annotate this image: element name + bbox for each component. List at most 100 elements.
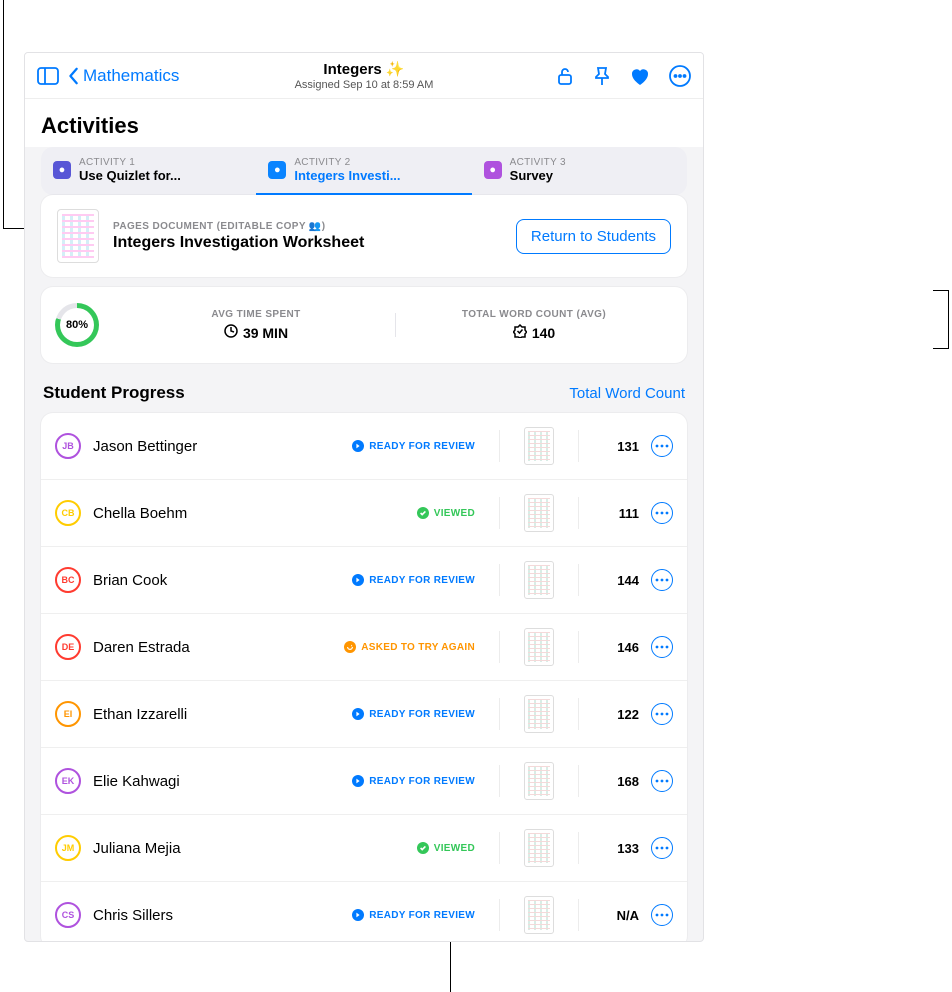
divider [499,631,500,663]
chevron-left-icon [67,67,81,85]
submission-thumbnail[interactable] [524,427,554,465]
page-subtitle: Assigned Sep 10 at 8:59 AM [295,79,434,91]
status-text: READY FOR REVIEW [369,709,475,720]
avg-time-value: 39 MIN [243,325,288,341]
student-avatar: EK [55,768,81,794]
student-row[interactable]: BC Brian Cook READY FOR REVIEW 144 [41,547,687,614]
more-icon[interactable] [669,65,691,87]
submission-thumbnail[interactable] [524,695,554,733]
pin-icon[interactable] [593,66,611,86]
divider [578,899,579,931]
word-count-value: 140 [532,325,555,341]
lock-open-icon[interactable] [555,66,575,86]
status-icon [417,507,429,519]
status-badge: READY FOR REVIEW [352,440,475,452]
callout-line [933,348,949,349]
status-badge: VIEWED [417,507,475,519]
word-count: 131 [603,439,639,454]
submission-thumbnail[interactable] [524,896,554,934]
progress-ring: 80% [55,303,99,347]
divider [499,832,500,864]
badge-icon [513,324,527,341]
back-button[interactable]: Mathematics [67,66,179,86]
activity-tab-2[interactable]: ●ACTIVITY 2Integers Investi... [256,147,471,195]
status-icon [352,775,364,787]
status-text: ASKED TO TRY AGAIN [361,642,475,653]
activity-tab-3[interactable]: ●ACTIVITY 3Survey [472,147,687,195]
activity-tab-1[interactable]: ●ACTIVITY 1Use Quizlet for... [41,147,256,195]
submission-thumbnail[interactable] [524,628,554,666]
total-word-count-link[interactable]: Total Word Count [569,385,685,402]
callout-line [3,228,25,229]
student-row[interactable]: JB Jason Bettinger READY FOR REVIEW 131 [41,413,687,480]
return-to-students-button[interactable]: Return to Students [516,219,671,254]
row-more-button[interactable] [651,435,673,457]
student-row[interactable]: EKElie KahwagiREADY FOR REVIEW168 [41,748,687,815]
heart-icon[interactable] [629,66,651,86]
student-name: Chella Boehm [93,505,405,522]
row-more-button[interactable] [651,904,673,926]
student-avatar: CB [55,500,81,526]
divider [499,698,500,730]
status-icon [352,440,364,452]
activity-name: Use Quizlet for... [79,168,181,183]
top-actions [555,65,691,87]
divider [578,832,579,864]
submission-thumbnail[interactable] [524,494,554,532]
row-more-button[interactable] [651,636,673,658]
student-progress-header: Student Progress Total Word Count [25,363,703,413]
row-more-button[interactable] [651,770,673,792]
word-count: 146 [603,640,639,655]
document-card: PAGES DOCUMENT (EDITABLE COPY 👥) Integer… [41,195,687,277]
activity-icon: ● [484,161,502,179]
student-avatar: DE [55,634,81,660]
student-row[interactable]: EIEthan IzzarelliREADY FOR REVIEW122 [41,681,687,748]
word-count: 168 [603,774,639,789]
callout-line [933,290,949,291]
word-count: 144 [603,573,639,588]
student-avatar: BC [55,567,81,593]
student-row[interactable]: JMJuliana MejiaVIEWED133 [41,815,687,882]
status-badge: READY FOR REVIEW [352,909,475,921]
activity-name: Integers Investi... [294,168,400,183]
status-text: READY FOR REVIEW [369,441,475,452]
student-row[interactable]: CSChris SillersREADY FOR REVIEWN/A [41,882,687,942]
status-text: VIEWED [434,843,475,854]
submission-thumbnail[interactable] [524,762,554,800]
document-type-label: PAGES DOCUMENT (EDITABLE COPY 👥) [113,221,502,232]
divider [499,497,500,529]
student-avatar: EI [55,701,81,727]
student-name: Chris Sillers [93,907,340,924]
student-list: JB Jason Bettinger READY FOR REVIEW 131 CB Ch… [41,413,687,942]
divider [499,765,500,797]
sidebar-toggle-icon[interactable] [37,67,59,85]
student-name: Ethan Izzarelli [93,706,340,723]
document-thumbnail[interactable] [57,209,99,263]
divider [578,698,579,730]
activity-label: ACTIVITY 1 [79,157,181,168]
student-row[interactable]: DEDaren EstradaASKED TO TRY AGAIN146 [41,614,687,681]
status-icon [352,909,364,921]
student-name: Jason Bettinger [93,438,340,455]
page-title-group: Integers ✨ Assigned Sep 10 at 8:59 AM [295,60,434,91]
row-more-button[interactable] [651,569,673,591]
student-progress-title: Student Progress [43,383,185,403]
status-badge: READY FOR REVIEW [352,574,475,586]
document-title: Integers Investigation Worksheet [113,234,502,252]
callout-line [948,290,949,348]
status-badge: READY FOR REVIEW [352,708,475,720]
top-bar: Mathematics Integers ✨ Assigned Sep 10 a… [25,53,703,99]
activity-name: Survey [510,168,566,183]
student-name: Brian Cook [93,572,340,589]
student-avatar: CS [55,902,81,928]
submission-thumbnail[interactable] [524,829,554,867]
submission-thumbnail[interactable] [524,561,554,599]
row-more-button[interactable] [651,703,673,725]
status-icon [352,708,364,720]
row-more-button[interactable] [651,502,673,524]
status-text: READY FOR REVIEW [369,776,475,787]
student-row[interactable]: CBChella BoehmVIEWED111 [41,480,687,547]
student-name: Juliana Mejia [93,840,405,857]
row-more-button[interactable] [651,837,673,859]
student-avatar: JB [55,433,81,459]
